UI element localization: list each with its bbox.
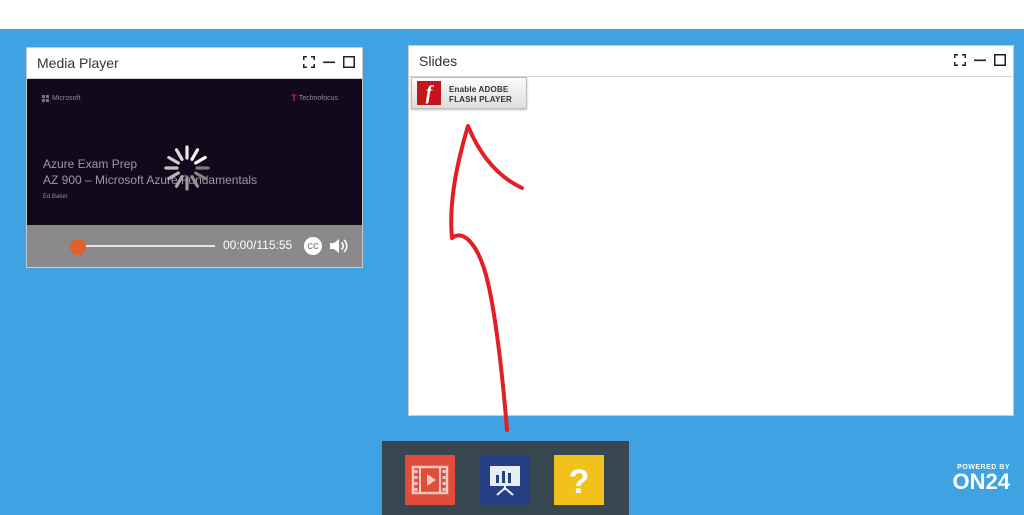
dock-help-button[interactable]: ?	[554, 455, 604, 505]
microsoft-logo: Microsoft	[42, 95, 80, 102]
dock-slides-button[interactable]	[480, 455, 530, 505]
minimize-icon[interactable]	[973, 53, 987, 67]
seek-handle[interactable]	[70, 239, 86, 255]
presentation-icon	[490, 466, 520, 496]
window-controls	[953, 53, 1007, 67]
video-title-line1: Azure Exam Prep	[43, 157, 138, 171]
flash-label-line2: FLASH PLAYER	[449, 95, 513, 104]
video-author: Ed Baker	[43, 194, 68, 200]
technofocus-logo: T Technofocus	[291, 93, 338, 103]
volume-icon[interactable]	[329, 237, 349, 255]
fullscreen-icon[interactable]	[302, 55, 316, 69]
panel-title: Slides	[419, 53, 458, 69]
maximize-icon[interactable]	[342, 55, 356, 69]
flash-label-line1: Enable ADOBE	[449, 85, 509, 94]
enable-flash-button[interactable]: f Enable ADOBE FLASH PLAYER	[411, 77, 527, 109]
seek-bar[interactable]	[72, 245, 215, 247]
video-title-line2: AZ 900 – Microsoft Azure Fundamentals	[43, 173, 258, 187]
on24-logo: POWERED BY ON24	[953, 464, 1010, 493]
film-icon	[411, 465, 449, 495]
media-player-panel: Media Player Microsoft T Technofocus Azur…	[26, 47, 363, 268]
bottom-dock: ?	[382, 441, 629, 515]
slides-panel: Slides f Enable ADOBE FLASH PLAYER	[408, 45, 1014, 416]
svg-text:?: ?	[569, 463, 590, 501]
panel-header: Slides	[409, 46, 1013, 77]
closed-captions-icon[interactable]: CC	[304, 237, 322, 255]
top-bar	[0, 0, 1024, 29]
panel-title: Media Player	[37, 55, 119, 71]
player-controls: 00:00/115:55 CC	[27, 225, 362, 267]
minimize-icon[interactable]	[322, 55, 336, 69]
window-controls	[302, 55, 356, 69]
flash-icon: f	[417, 81, 441, 105]
panel-header: Media Player	[27, 48, 362, 79]
video-area[interactable]: Microsoft T Technofocus Azure Exam Prep A…	[27, 79, 362, 225]
on24-brand: ON24	[952, 469, 1010, 494]
time-display: 00:00/115:55	[223, 238, 293, 252]
loading-spinner-icon	[164, 145, 210, 191]
dock-media-player-button[interactable]	[405, 455, 455, 505]
question-icon: ?	[569, 463, 590, 501]
fullscreen-icon[interactable]	[953, 53, 967, 67]
maximize-icon[interactable]	[993, 53, 1007, 67]
